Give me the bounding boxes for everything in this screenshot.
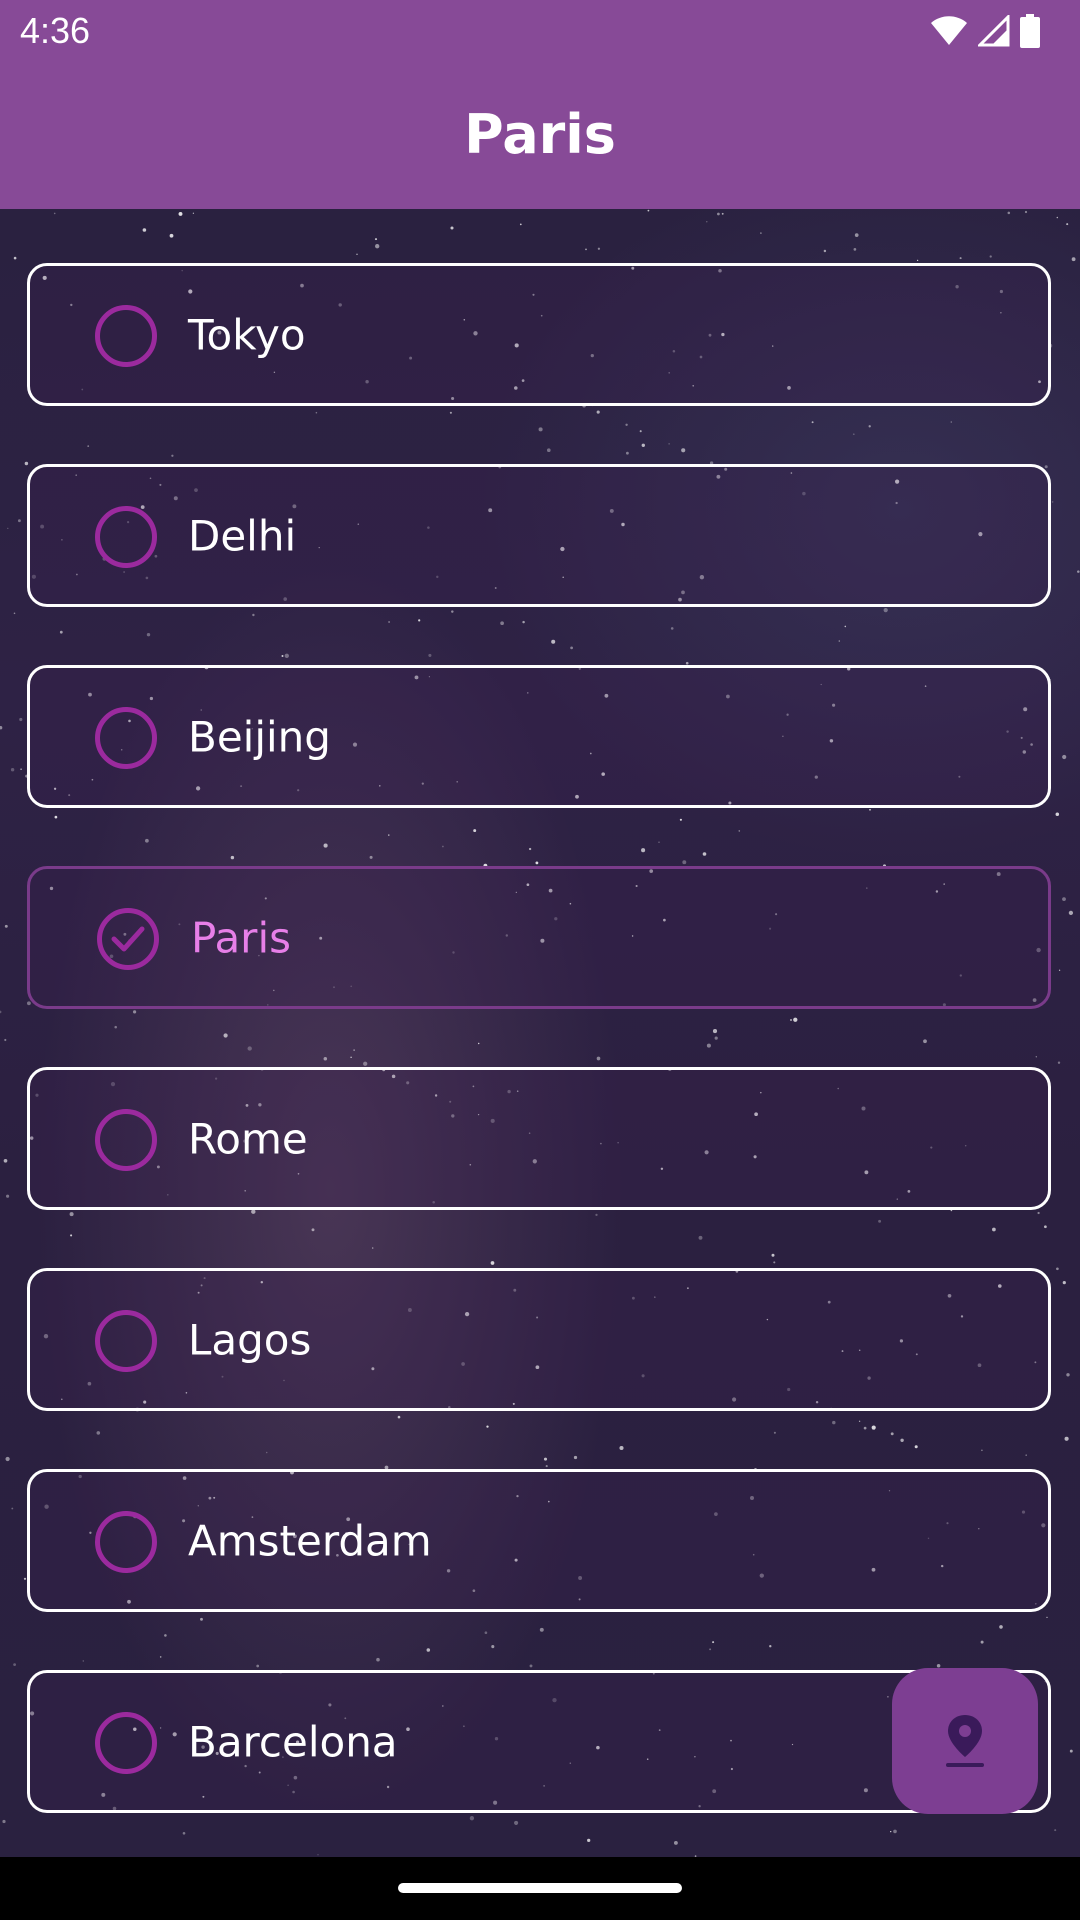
city-label: Amsterdam (188, 1516, 432, 1565)
city-label: Barcelona (188, 1717, 398, 1766)
city-option-lagos[interactable]: Lagos (27, 1268, 1051, 1411)
city-option-amsterdam[interactable]: Amsterdam (27, 1469, 1051, 1612)
radio-unchecked-icon[interactable] (95, 1510, 157, 1573)
radio-unchecked-icon[interactable] (95, 1711, 157, 1774)
checkmark-icon (111, 926, 145, 951)
city-option-rome[interactable]: Rome (27, 1067, 1051, 1210)
radio-unchecked-icon[interactable] (95, 304, 157, 367)
wifi-icon (930, 15, 968, 51)
city-option-paris[interactable]: Paris (27, 866, 1051, 1009)
city-label: Lagos (188, 1315, 312, 1364)
location-fab-button[interactable] (892, 1668, 1038, 1814)
home-gesture-handle[interactable] (398, 1883, 682, 1893)
radio-unchecked-icon[interactable] (95, 1108, 157, 1171)
city-list: Tokyo Delhi Beijing Paris Rome Lagos Ams… (0, 209, 1080, 1857)
status-time: 4:36 (20, 10, 91, 51)
page-title: Paris (464, 103, 616, 166)
system-navigation-bar (0, 1857, 1080, 1920)
city-label: Tokyo (188, 310, 306, 359)
city-option-tokyo[interactable]: Tokyo (27, 263, 1051, 406)
city-label: Paris (191, 913, 291, 962)
status-icons (930, 13, 1040, 52)
location-pin-icon (946, 1715, 984, 1767)
city-option-beijing[interactable]: Beijing (27, 665, 1051, 808)
radio-unchecked-icon[interactable] (95, 706, 157, 769)
app-bar: Paris (0, 66, 1080, 209)
cellular-signal-icon (976, 13, 1010, 51)
radio-unchecked-icon[interactable] (95, 505, 157, 568)
radio-unchecked-icon[interactable] (95, 1309, 157, 1372)
city-option-delhi[interactable]: Delhi (27, 464, 1051, 607)
city-label: Rome (188, 1114, 308, 1163)
city-label: Delhi (188, 511, 297, 560)
screen: 4:36 Paris Tokyo Delhi Beijing Paris Rom… (0, 0, 1080, 1920)
city-label: Beijing (188, 712, 331, 761)
battery-icon (1020, 14, 1040, 52)
status-bar: 4:36 (0, 0, 1080, 66)
radio-checked-icon[interactable] (97, 907, 159, 970)
